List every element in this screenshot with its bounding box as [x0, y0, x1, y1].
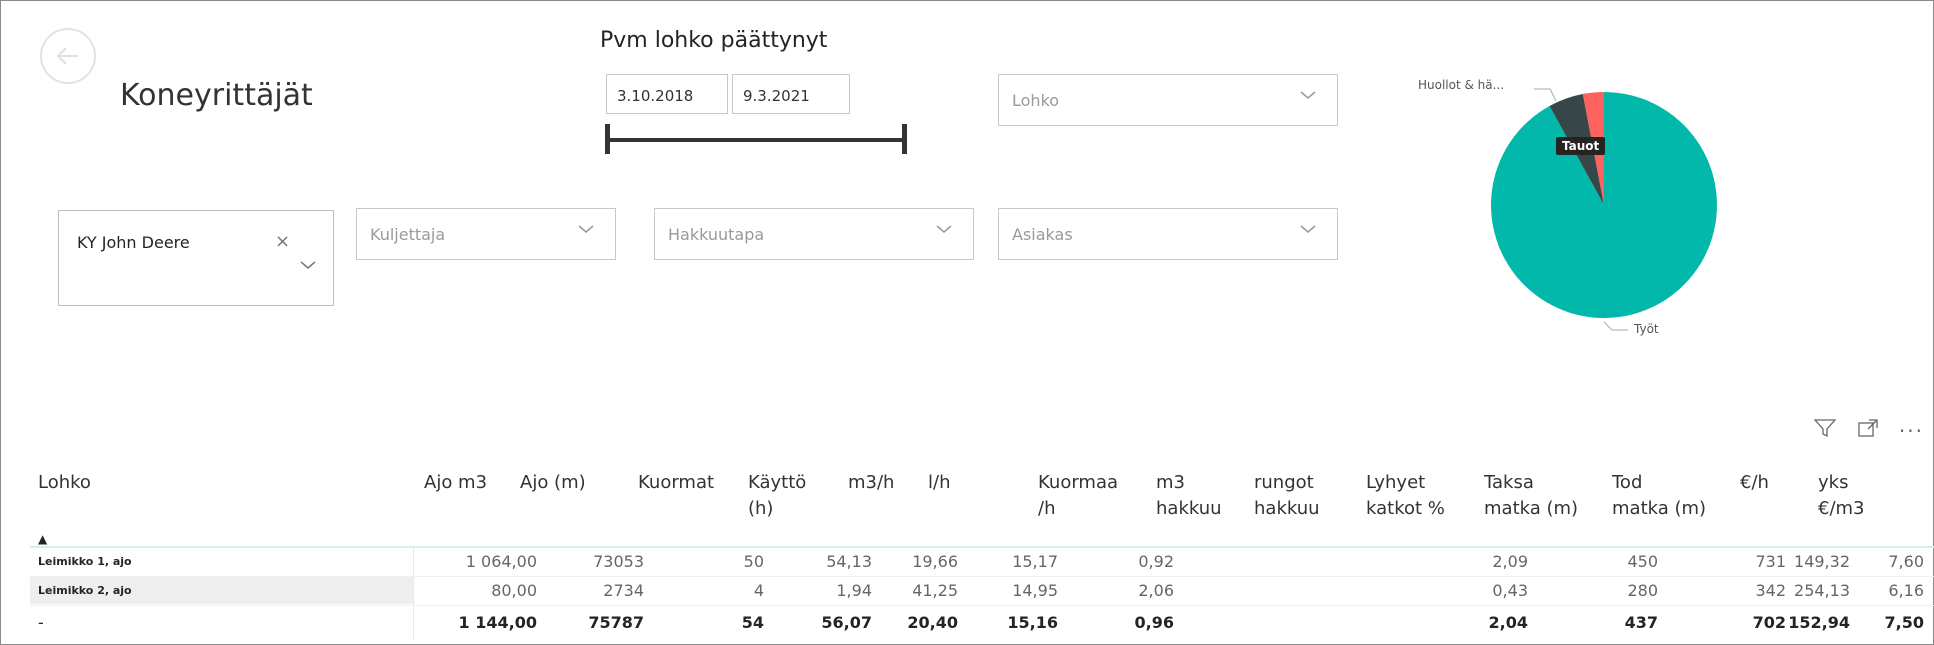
header-kuormaa[interactable]: Kuormaa/h: [1038, 470, 1118, 522]
cell-lyhyet: 0,43: [1492, 581, 1528, 600]
cell-tod: 702: [1752, 613, 1786, 632]
row-divider: [30, 605, 1934, 606]
row-label: Leimikko 1, ajo: [38, 555, 132, 568]
cell-lyhyet: 2,04: [1488, 613, 1528, 632]
cell-lyhyet: 2,09: [1492, 552, 1528, 571]
header-lyhyet[interactable]: Lyhyet katkot %: [1366, 470, 1445, 522]
ky-selected-value: KY John Deere: [77, 233, 190, 252]
slider-start-handle[interactable]: [605, 124, 610, 154]
header-ajo-m3[interactable]: Ajo m3: [424, 470, 487, 496]
cell-kuormaa: 0,92: [1138, 552, 1174, 571]
arrow-left-icon: [56, 47, 78, 65]
cell-kuormat: 50: [743, 552, 764, 571]
header-rungot[interactable]: rungot hakkuu: [1254, 470, 1320, 522]
cell-kaytto: 54,13: [826, 552, 872, 571]
cell-m3h: 20,40: [907, 613, 958, 632]
cell-ajo-m3: 1 064,00: [465, 552, 537, 571]
cell-yks: 7,50: [1884, 613, 1924, 632]
header-tod[interactable]: Tod matka (m): [1612, 470, 1706, 522]
header-lohko[interactable]: Lohko: [38, 470, 91, 496]
cell-ajo-m: 2734: [603, 581, 644, 600]
cell-kaytto: 56,07: [821, 613, 872, 632]
focus-mode-icon[interactable]: [1857, 419, 1885, 443]
cell-ajo-m: 73053: [593, 552, 644, 571]
cell-yks: 7,60: [1888, 552, 1924, 571]
sort-ascending-icon[interactable]: ▲: [38, 532, 47, 546]
cell-kuormaa: 2,06: [1138, 581, 1174, 600]
cell-eur-h: 152,94: [1788, 613, 1850, 632]
cell-lh: 15,16: [1007, 613, 1058, 632]
kuljettaja-placeholder: Kuljettaja: [370, 225, 446, 244]
cell-kuormat: 4: [753, 581, 764, 600]
chevron-down-icon: [578, 225, 594, 233]
asiakas-dropdown[interactable]: Asiakas: [998, 208, 1338, 260]
cell-ajo-m3: 1 144,00: [458, 613, 537, 632]
cell-m3h: 41,25: [912, 581, 958, 600]
cell-lh: 14,95: [1012, 581, 1058, 600]
header-m3h[interactable]: m3/h: [848, 470, 894, 496]
cell-kaytto: 1,94: [836, 581, 872, 600]
header-taksa[interactable]: Taksa matka (m): [1484, 470, 1578, 522]
hakkuutapa-dropdown[interactable]: Hakkuutapa: [654, 208, 974, 260]
table-row[interactable]: Leimikko 1, ajo 1 064,00 73053 50 54,13 …: [30, 548, 1934, 575]
back-button[interactable]: [40, 28, 96, 84]
clear-selection-icon[interactable]: ×: [275, 231, 290, 252]
slider-end-handle[interactable]: [902, 124, 907, 154]
asiakas-placeholder: Asiakas: [1012, 225, 1073, 244]
header-ajo-m[interactable]: Ajo (m): [520, 470, 586, 496]
cell-taksa: 280: [1627, 581, 1658, 600]
table-header: Lohko Ajo m3 Ajo (m) Kuormat Käyttö (h) m…: [0, 470, 1934, 550]
chevron-down-icon: [936, 225, 952, 233]
cell-yks: 6,16: [1888, 581, 1924, 600]
pie-label-tyot: Työt: [1634, 322, 1659, 336]
visual-header: ···: [1800, 418, 1924, 443]
page-title: Koneyrittäjät: [120, 78, 313, 113]
cell-kuormaa: 0,96: [1134, 613, 1174, 632]
end-date-input[interactable]: 9.3.2021: [732, 74, 850, 114]
cell-taksa: 450: [1627, 552, 1658, 571]
total-label: -: [38, 613, 44, 632]
ky-dropdown[interactable]: KY John Deere ×: [58, 210, 334, 306]
filter-icon[interactable]: [1813, 419, 1842, 443]
cell-lh: 15,17: [1012, 552, 1058, 571]
lohko-dropdown[interactable]: Lohko: [998, 74, 1338, 126]
header-lh[interactable]: l/h: [928, 470, 950, 496]
table-total-row: - 1 144,00 75787 54 56,07 20,40 15,16 0,…: [30, 609, 1934, 639]
start-date-input[interactable]: 3.10.2018: [606, 74, 728, 114]
lohko-placeholder: Lohko: [1012, 91, 1060, 110]
pie-label-huollot: Huollot & hä...: [1418, 78, 1505, 92]
pie-label-tauot: Tauot: [1556, 137, 1606, 155]
header-eur-h[interactable]: €/h: [1740, 470, 1769, 496]
cell-eur-h: 254,13: [1794, 581, 1850, 600]
cell-taksa: 437: [1624, 613, 1658, 632]
more-options-icon[interactable]: ···: [1899, 419, 1924, 443]
cell-eur-h: 149,32: [1794, 552, 1850, 571]
header-kaytto[interactable]: Käyttö (h): [748, 470, 806, 522]
header-yks[interactable]: yks €/m3: [1818, 470, 1865, 522]
cell-tod: 342: [1755, 581, 1786, 600]
table-row[interactable]: Leimikko 2, ajo 80,00 2734 4 1,94 41,25 …: [30, 577, 1934, 604]
chevron-down-icon: [300, 261, 316, 269]
kuljettaja-dropdown[interactable]: Kuljettaja: [356, 208, 616, 260]
date-slicer-label: Pvm lohko päättynyt: [600, 28, 828, 53]
header-kuormat[interactable]: Kuormat: [638, 470, 714, 496]
cell-m3h: 19,66: [912, 552, 958, 571]
row-label: Leimikko 2, ajo: [38, 584, 132, 597]
chevron-down-icon: [1300, 225, 1316, 233]
hakkuutapa-placeholder: Hakkuutapa: [668, 225, 765, 244]
cell-kuormat: 54: [741, 613, 764, 632]
header-m3-hakkuu[interactable]: m3 hakkuu: [1156, 470, 1222, 522]
cell-tod: 731: [1755, 552, 1786, 571]
chevron-down-icon: [1300, 91, 1316, 99]
cell-ajo-m: 75787: [588, 613, 644, 632]
date-range-slider[interactable]: [606, 138, 906, 142]
cell-ajo-m3: 80,00: [491, 581, 537, 600]
